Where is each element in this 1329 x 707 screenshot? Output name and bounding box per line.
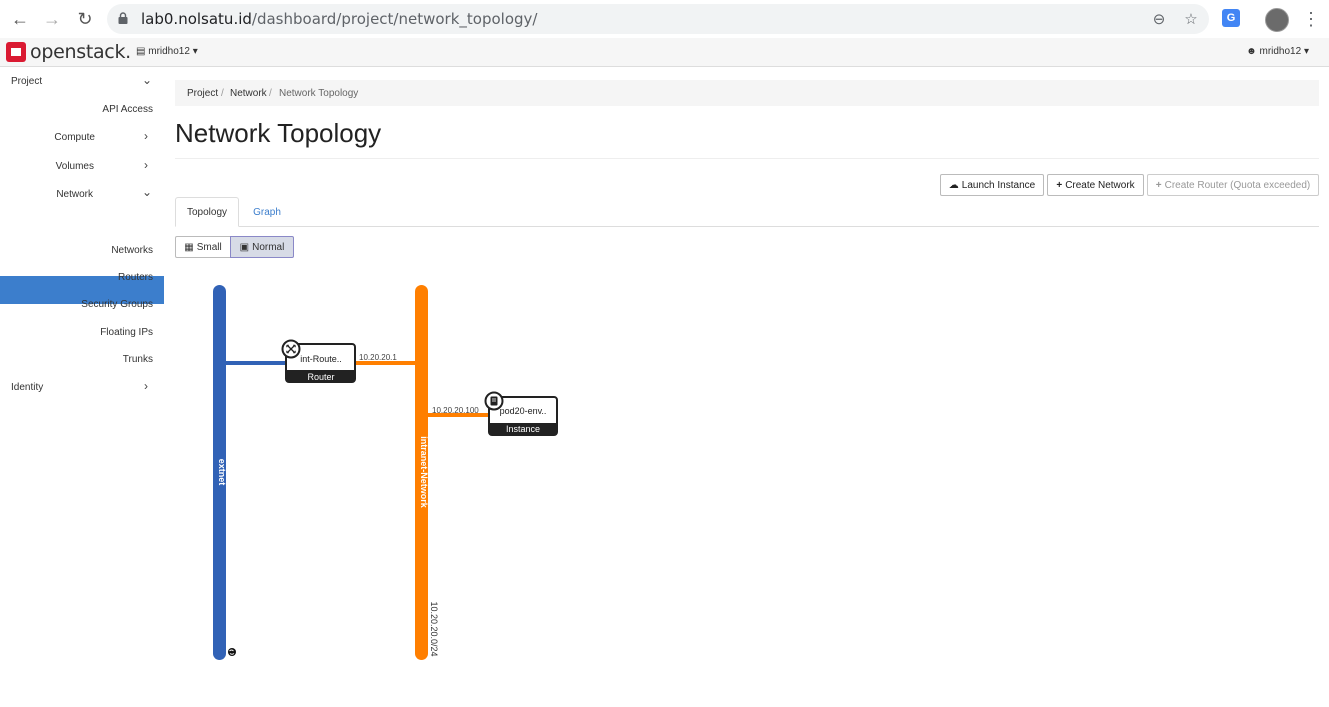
chevron-down-icon[interactable]: ⌄ bbox=[142, 185, 152, 199]
back-icon[interactable]: ← bbox=[10, 9, 30, 29]
sidebar-item-network[interactable]: Network bbox=[56, 189, 93, 200]
caret-down-icon: ▾ bbox=[192, 46, 198, 57]
router-type-label: Router bbox=[307, 372, 334, 382]
logo-text: openstack. bbox=[30, 41, 131, 63]
breadcrumb: Project / Network / Network Topology bbox=[175, 80, 1319, 106]
network-bar-intranet[interactable] bbox=[415, 285, 428, 660]
project-selector[interactable]: ▤ mridho12 ▾ bbox=[136, 46, 198, 57]
launch-instance-label: Launch Instance bbox=[961, 179, 1036, 191]
network-bar-extnet[interactable] bbox=[213, 285, 226, 660]
project-selector-icon: ▤ bbox=[136, 46, 146, 57]
network-name-intranet: intranet-Network bbox=[419, 436, 429, 509]
sidebar-item-floating-ips[interactable]: Floating IPs bbox=[100, 327, 153, 338]
breadcrumb-project[interactable]: Project bbox=[187, 88, 218, 99]
size-small-label: Small bbox=[196, 241, 222, 253]
tab-graph[interactable]: Graph bbox=[243, 197, 291, 227]
url-host: lab0.nolsatu.id bbox=[141, 10, 252, 28]
zoom-icon[interactable]: ⊖ bbox=[1150, 11, 1168, 29]
instance-type-label: Instance bbox=[506, 424, 540, 434]
bookmark-star-icon[interactable]: ☆ bbox=[1182, 11, 1200, 29]
chevron-down-icon[interactable]: ⌄ bbox=[142, 73, 152, 87]
tabs-divider bbox=[175, 226, 1319, 227]
browser-menu-icon[interactable]: ⋮ bbox=[1302, 8, 1320, 30]
page-title: Network Topology bbox=[175, 118, 382, 148]
create-router-label: Create Router (Quota exceeded) bbox=[1164, 179, 1311, 191]
create-router-button[interactable]: + Create Router (Quota exceeded) bbox=[1147, 174, 1319, 196]
title-divider bbox=[175, 158, 1319, 159]
sidebar-item-project[interactable]: Project bbox=[11, 76, 42, 87]
url-text: lab0.nolsatu.id/dashboard/project/networ… bbox=[141, 10, 537, 28]
address-bar[interactable]: lab0.nolsatu.id/dashboard/project/networ… bbox=[107, 4, 1209, 34]
plus-icon: + bbox=[1056, 179, 1063, 191]
sidebar-item-trunks[interactable]: Trunks bbox=[123, 354, 153, 365]
router-node[interactable]: int-Route.. Router bbox=[281, 339, 356, 383]
reload-icon[interactable]: ↻ bbox=[75, 9, 95, 29]
topology-canvas: extnet intranet-Network 10.20.20.0/24 10… bbox=[213, 285, 558, 660]
caret-down-icon: ▾ bbox=[1303, 46, 1309, 57]
chevron-right-icon[interactable]: › bbox=[144, 129, 148, 143]
router-ip-label: 10.20.20.1 bbox=[359, 353, 397, 362]
sidebar-item-api-access[interactable]: API Access bbox=[102, 104, 153, 115]
launch-instance-button[interactable]: ☁ Launch Instance bbox=[940, 174, 1044, 196]
openstack-logo-icon bbox=[6, 42, 26, 62]
instance-ip-label: 10.20.20.100 bbox=[432, 406, 479, 415]
create-network-label: Create Network bbox=[1065, 179, 1135, 191]
breadcrumb-current: Network Topology bbox=[279, 88, 359, 99]
sidebar: Project ⌄ API Access Compute › Volumes ›… bbox=[0, 67, 164, 707]
grid-large-icon: ▣ bbox=[239, 241, 250, 253]
instance-node[interactable]: pod20-env.. Instance bbox=[484, 391, 558, 436]
user-icon: ☻ bbox=[1246, 46, 1257, 57]
sidebar-item-networks[interactable]: Networks bbox=[111, 245, 153, 256]
sidebar-item-network-topology[interactable]: Network Topology bbox=[74, 218, 153, 229]
size-normal-label: Normal bbox=[252, 241, 285, 253]
plus-icon: + bbox=[1155, 179, 1162, 191]
cloud-upload-icon: ☁ bbox=[948, 179, 959, 191]
breadcrumb-separator: / bbox=[269, 88, 272, 99]
sidebar-item-compute[interactable]: Compute bbox=[54, 132, 95, 143]
sidebar-item-identity[interactable]: Identity bbox=[11, 382, 43, 393]
chevron-right-icon[interactable]: › bbox=[144, 379, 148, 393]
size-small-button[interactable]: ▦ Small bbox=[175, 236, 231, 258]
network-cidr: 10.20.20.0/24 bbox=[429, 601, 439, 656]
forward-icon[interactable]: → bbox=[42, 9, 62, 29]
sidebar-item-volumes[interactable]: Volumes bbox=[56, 161, 94, 172]
openstack-topbar: openstack. ▤ mridho12 ▾ ☻ mridho12 ▾ bbox=[0, 38, 1329, 67]
user-name: mridho12 bbox=[1259, 46, 1302, 57]
profile-avatar[interactable] bbox=[1265, 8, 1289, 32]
url-path: /dashboard/project/network_topology/ bbox=[251, 10, 538, 28]
project-name: mridho12 bbox=[148, 46, 190, 57]
instance-name: pod20-env.. bbox=[500, 406, 547, 416]
server-icon bbox=[484, 391, 504, 411]
breadcrumb-separator: / bbox=[221, 88, 224, 99]
globe-icon bbox=[228, 648, 236, 656]
tab-topology[interactable]: Topology bbox=[175, 197, 239, 227]
translate-extension-icon[interactable]: G bbox=[1222, 9, 1240, 27]
lock-icon bbox=[118, 12, 128, 24]
sidebar-item-routers[interactable]: Routers bbox=[118, 272, 153, 283]
breadcrumb-network[interactable]: Network bbox=[230, 88, 267, 99]
sidebar-item-security-groups[interactable]: Security Groups bbox=[81, 299, 153, 310]
network-name-extnet: extnet bbox=[217, 459, 227, 486]
size-normal-button[interactable]: ▣ Normal bbox=[230, 236, 294, 258]
create-network-button[interactable]: + Create Network bbox=[1047, 174, 1144, 196]
browser-toolbar: ← → ↻ lab0.nolsatu.id/dashboard/project/… bbox=[0, 0, 1329, 38]
user-menu[interactable]: ☻ mridho12 ▾ bbox=[1246, 46, 1309, 57]
router-name: int-Route.. bbox=[300, 354, 342, 364]
chevron-right-icon[interactable]: › bbox=[144, 158, 148, 172]
grid-small-icon: ▦ bbox=[184, 241, 194, 253]
openstack-logo[interactable]: openstack. bbox=[6, 41, 131, 63]
router-icon bbox=[281, 339, 301, 359]
